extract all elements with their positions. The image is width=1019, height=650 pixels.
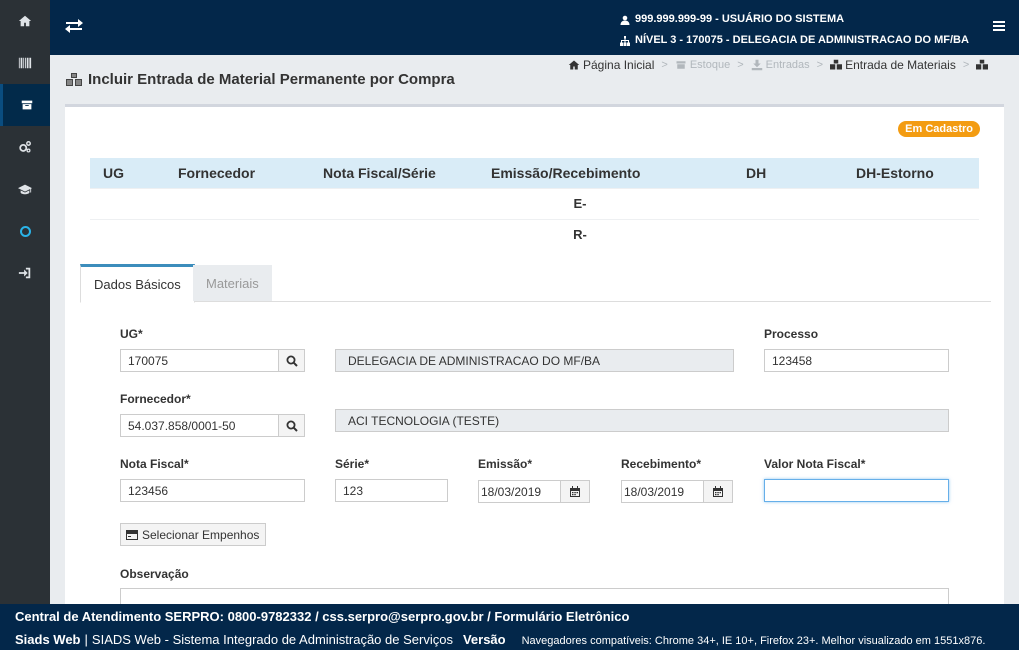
user-name: 999.999.999-99 - USUÁRIO DO SISTEMA — [635, 13, 845, 25]
breadcrumb-separator: > — [737, 59, 744, 71]
page-title: Incluir Entrada de Material Permanente p… — [66, 71, 455, 88]
footer-version-label: Versão — [462, 632, 506, 647]
observacao-label: Observação — [120, 567, 189, 581]
cubes-icon — [830, 59, 843, 70]
breadcrumb-separator: > — [962, 59, 970, 71]
search-icon — [286, 420, 298, 432]
emissao-calendar-button[interactable] — [560, 480, 590, 503]
bars-icon[interactable] — [992, 19, 1006, 33]
serie-label: Série* — [335, 457, 370, 471]
column-header-dh: DH — [746, 158, 856, 188]
column-header-nota-fiscal: Nota Fiscal/Série — [323, 158, 491, 188]
home-icon — [18, 15, 32, 27]
table-row: R- — [90, 218, 979, 250]
table-cell-recebimento: R- — [90, 218, 979, 250]
column-header-emissao: Emissão/Recebimento — [491, 158, 746, 188]
footer: Central de Atendimento SERPRO: 0800-9782… — [0, 604, 1019, 650]
column-header-ug: UG — [90, 158, 178, 188]
emissao-input[interactable]: 18/03/2019 — [478, 480, 562, 503]
footer-info: Siads Web | SIADS Web - Sistema Integrad… — [15, 632, 985, 647]
select-empenhos-button[interactable]: Selecionar Empenhos — [120, 523, 266, 546]
fornecedor-input[interactable]: 54.037.858/0001-50 — [120, 414, 280, 437]
table-cell-emissao: E- — [90, 187, 979, 219]
fornecedor-search-button[interactable] — [278, 414, 305, 437]
footer-browsers: Navegadores compatíveis: Chrome 34+, IE … — [521, 635, 986, 647]
sidebar-item-patrimony[interactable] — [0, 42, 50, 84]
footer-contact: Central de Atendimento SERPRO: 0800-9782… — [15, 609, 630, 624]
breadcrumb-stock[interactable]: Estoque — [675, 59, 730, 71]
cogs-icon — [19, 141, 31, 153]
recebimento-label: Recebimento* — [621, 457, 702, 471]
ug-input[interactable]: 170075 — [120, 349, 280, 372]
valor-nota-label: Valor Nota Fiscal* — [764, 457, 866, 471]
nota-fiscal-label: Nota Fiscal* — [120, 457, 189, 471]
sidebar-item-home[interactable] — [0, 0, 50, 42]
breadcrumb-end — [976, 59, 989, 71]
top-bar: 999.999.999-99 - USUÁRIO DO SISTEMA NÍVE… — [50, 0, 1019, 55]
circle-icon — [19, 225, 31, 237]
footer-app-name: Siads Web — [15, 632, 81, 647]
footer-app-full: SIADS Web - Sistema Integrado de Adminis… — [91, 632, 453, 647]
sitemap-icon — [620, 35, 630, 46]
home-icon — [568, 60, 580, 70]
archive-icon — [21, 100, 32, 110]
processo-input[interactable]: 123458 — [764, 349, 949, 372]
footer-separator: | — [84, 632, 88, 647]
status-badge: Em Cadastro — [898, 121, 980, 137]
sidebar-item-settings[interactable] — [0, 126, 50, 168]
graduation-cap-icon — [18, 184, 32, 195]
calendar-icon — [570, 485, 580, 497]
calendar-icon — [713, 485, 723, 497]
breadcrumb: Página Inicial > Estoque > Entradas > En… — [568, 58, 989, 72]
valor-nota-input[interactable] — [764, 479, 949, 502]
credit-card-icon — [126, 529, 138, 540]
cubes-icon — [976, 59, 989, 70]
sidebar-item-training[interactable] — [0, 168, 50, 210]
exchange-icon[interactable] — [64, 16, 84, 36]
sidebar-item-logout[interactable] — [0, 252, 50, 294]
processo-label: Processo — [764, 327, 819, 341]
barcode-icon — [18, 57, 32, 69]
breadcrumb-entries[interactable]: Entradas — [751, 59, 810, 71]
emissao-label: Emissão* — [478, 457, 533, 471]
column-header-fornecedor: Fornecedor — [178, 158, 323, 188]
user-level: NÍVEL 3 - 170075 - DELEGACIA DE ADMINIST… — [635, 34, 969, 46]
serie-input[interactable]: 123 — [335, 479, 448, 502]
cubes-icon — [66, 72, 82, 86]
tab-dados-basicos[interactable]: Dados Básicos — [80, 264, 195, 303]
breadcrumb-separator: > — [661, 59, 668, 71]
recebimento-input[interactable]: 18/03/2019 — [621, 480, 705, 503]
nota-fiscal-input[interactable]: 123456 — [120, 479, 305, 502]
user-info: 999.999.999-99 - USUÁRIO DO SISTEMA NÍVE… — [620, 9, 969, 51]
ug-search-button[interactable] — [278, 349, 305, 372]
fornecedor-name-field: ACI TECNOLOGIA (TESTE) — [335, 409, 949, 432]
archive-icon — [676, 61, 686, 69]
tab-materiais[interactable]: Materiais — [193, 265, 272, 301]
inbox-in-icon — [751, 59, 762, 71]
breadcrumb-separator: > — [816, 59, 824, 71]
tab-bar: Dados Básicos Materiais — [80, 264, 991, 303]
summary-table: UG Fornecedor Nota Fiscal/Série Emissão/… — [90, 158, 979, 250]
table-row: E- — [90, 187, 979, 219]
user-icon — [620, 15, 630, 25]
sidebar — [0, 0, 50, 604]
recebimento-calendar-button[interactable] — [703, 480, 733, 503]
breadcrumb-home[interactable]: Página Inicial — [568, 58, 654, 72]
ug-label: UG* — [120, 327, 143, 341]
sidebar-item-stock[interactable] — [0, 84, 50, 126]
ug-name-field: DELEGACIA DE ADMINISTRACAO DO MF/BA — [335, 349, 734, 372]
sidebar-item-status[interactable] — [0, 210, 50, 252]
breadcrumb-current: Entrada de Materiais — [830, 58, 956, 72]
sign-in-icon — [18, 267, 31, 279]
table-header-row: UG Fornecedor Nota Fiscal/Série Emissão/… — [90, 158, 979, 188]
search-icon — [286, 355, 298, 367]
fornecedor-label: Fornecedor* — [120, 392, 191, 406]
main-panel: Em Cadastro UG Fornecedor Nota Fiscal/Sé… — [65, 104, 1004, 618]
column-header-dh-estorno: DH-Estorno — [856, 158, 979, 188]
